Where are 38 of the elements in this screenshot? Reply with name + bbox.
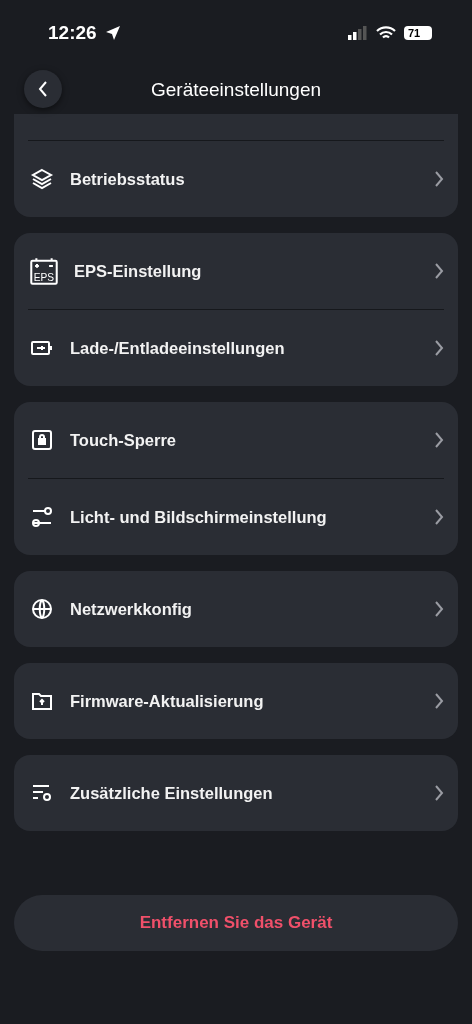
settings-row[interactable]: Betriebsstatus: [28, 140, 444, 217]
row-label: EPS-Einstellung: [74, 261, 203, 281]
chevron-right-icon: [434, 508, 444, 526]
row-label: Licht- und Bildschirmeinstellung: [70, 507, 328, 527]
wifi-icon: [376, 26, 396, 40]
layers-icon: [30, 167, 54, 191]
battery-level: 71: [404, 26, 432, 40]
settings-row[interactable]: Lade-/Entladeeinstellungen: [28, 309, 444, 386]
settings-row[interactable]: Licht- und Bildschirmeinstellung: [28, 478, 444, 555]
remove-device-button[interactable]: Entfernen Sie das Gerät: [14, 895, 458, 951]
chevron-left-icon: [38, 80, 48, 98]
chevron-right-icon: [434, 600, 444, 618]
location-arrow-icon: [104, 25, 121, 41]
lock-icon: [30, 428, 54, 452]
page-title: Geräteeinstellungen: [150, 79, 322, 101]
settings-row[interactable]: Firmware-Aktualisierung: [28, 663, 444, 739]
globe-icon: [30, 597, 54, 621]
back-button[interactable]: [24, 70, 62, 108]
row-label: Firmware-Aktualisierung: [70, 691, 265, 711]
settings-row[interactable]: Touch-Sperre: [28, 402, 444, 478]
row-label: Lade-/Entladeeinstellungen: [70, 338, 286, 358]
chevron-right-icon: [434, 262, 444, 280]
chevron-right-icon: [434, 431, 444, 449]
settings-row[interactable]: Zusätzliche Einstellungen: [28, 755, 444, 831]
sliders-icon: [30, 505, 54, 529]
row-label: Netzwerkkonfig: [70, 599, 193, 619]
signal-icon: [348, 26, 368, 40]
chevron-right-icon: [434, 692, 444, 710]
row-label: Betriebsstatus: [70, 169, 186, 189]
status-time: 12:26: [48, 22, 97, 44]
settings-row[interactable]: EPS EPS-Einstellung: [28, 233, 444, 309]
row-label: Touch-Sperre: [70, 430, 178, 450]
chevron-right-icon: [434, 784, 444, 802]
battery-eps-icon: EPS: [30, 257, 58, 285]
chevron-right-icon: [434, 339, 444, 357]
settings-row[interactable]: Netzwerkkonfig: [28, 571, 444, 647]
row-label: Zusätzliche Einstellungen: [70, 783, 274, 803]
chevron-right-icon: [434, 170, 444, 188]
